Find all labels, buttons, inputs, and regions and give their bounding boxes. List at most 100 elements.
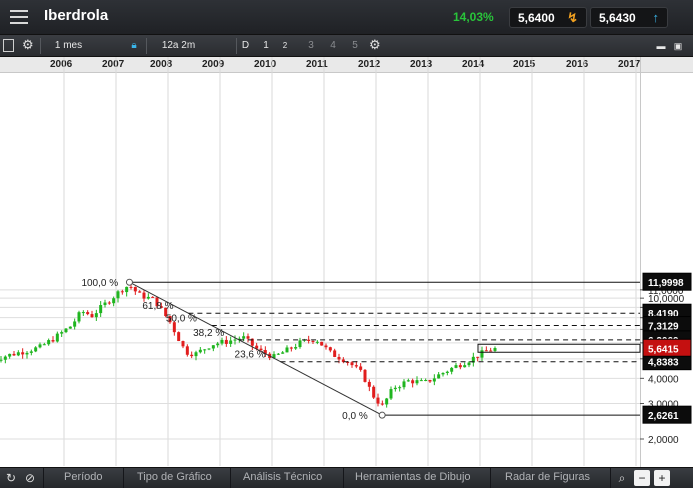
candle-body — [203, 349, 207, 351]
fib-level-label: 50,0 % — [166, 314, 197, 325]
candle-body — [467, 362, 471, 366]
candle-body — [233, 339, 237, 341]
candle-body — [29, 351, 33, 353]
candle-body — [424, 379, 428, 381]
candle-body — [380, 403, 384, 405]
candle-body — [60, 332, 64, 334]
candle-body — [454, 365, 458, 368]
candle-body — [142, 292, 146, 299]
tab-periodo[interactable]: Período — [64, 471, 103, 483]
candle-body — [402, 381, 406, 388]
tab-radar-figuras[interactable]: Radar de Figuras — [505, 471, 590, 483]
fib-level-label: 61,8 % — [142, 301, 173, 312]
y-tick-label: 2,0000 — [648, 435, 679, 446]
candle-body — [99, 305, 103, 314]
candle-body — [398, 387, 402, 389]
fib-anchor-high — [125, 278, 133, 286]
candle-body — [185, 346, 189, 355]
candle-body — [198, 349, 202, 353]
candle-body — [216, 343, 220, 346]
candle-body — [385, 398, 389, 405]
candle-body — [328, 347, 332, 351]
fib-tag-low: 2,6261 — [648, 411, 679, 422]
candle-body — [372, 386, 376, 398]
price-chart[interactable]: 2,00003,00004,00005,00006,00007,00008,00… — [0, 0, 693, 488]
candle-body — [116, 291, 120, 299]
candle-body — [376, 397, 380, 404]
candle-body — [81, 312, 85, 314]
candle-body — [3, 356, 7, 360]
candle-body — [406, 380, 410, 382]
candle-body — [289, 347, 293, 349]
candle-body — [125, 286, 129, 293]
candle-body — [333, 350, 337, 357]
candle-body — [94, 313, 98, 318]
candle-body — [25, 352, 29, 355]
tab-tipo-grafico[interactable]: Tipo de Gráfico — [137, 471, 212, 483]
candle-body — [363, 369, 367, 382]
cancel-icon[interactable]: ⊘ — [22, 470, 38, 486]
candle-body — [34, 347, 38, 352]
candle-body — [151, 296, 155, 298]
last-price-band — [477, 343, 641, 353]
zoom-in-icon[interactable]: + — [654, 470, 670, 486]
candle-body — [320, 341, 324, 346]
zoom-search-icon[interactable]: ⌕ — [614, 470, 630, 486]
candle-body — [177, 332, 181, 342]
candle-body — [55, 333, 59, 342]
candle-body — [0, 359, 3, 361]
candle-body — [211, 345, 215, 349]
candle-body — [16, 352, 20, 356]
candle-body — [112, 298, 116, 304]
candle-body — [484, 350, 488, 352]
fib-tag-high: 11,9998 — [648, 278, 684, 289]
refresh-icon[interactable]: ↻ — [3, 470, 19, 486]
candle-body — [138, 291, 142, 293]
candle-body — [129, 286, 133, 288]
last-price-tag: 5,6415 — [648, 344, 679, 355]
tab-herramientas-dibujo[interactable]: Herramientas de Dibujo — [355, 471, 471, 483]
candle-body — [8, 353, 12, 357]
candle-body — [350, 362, 354, 366]
candle-body — [224, 339, 228, 344]
candle-body — [133, 287, 137, 292]
candle-body — [480, 350, 484, 358]
candle-body — [294, 347, 298, 349]
candle-body — [21, 352, 25, 355]
candle-body — [281, 352, 285, 354]
candle-body — [38, 344, 42, 348]
fib-label-100: 100,0 % — [81, 278, 118, 289]
candle-body — [120, 291, 124, 293]
candle-body — [415, 380, 419, 384]
fib-level-label: 23,6 % — [235, 350, 266, 361]
candle-body — [437, 374, 441, 379]
candle-body — [315, 341, 319, 343]
candle-body — [432, 378, 436, 382]
candle-body — [354, 365, 358, 367]
fib-anchor-low — [378, 411, 386, 419]
candle-body — [68, 326, 72, 329]
fib-tag-level: 4,8383 — [648, 358, 679, 369]
candle-body — [246, 336, 250, 339]
candle-body — [324, 345, 328, 348]
candle-body — [337, 356, 341, 360]
candle-body — [359, 366, 363, 370]
candle-body — [103, 302, 107, 306]
candle-body — [146, 296, 150, 299]
candle-body — [190, 354, 194, 357]
candle-body — [458, 365, 462, 368]
candle-body — [393, 387, 397, 390]
zoom-out-icon[interactable]: − — [634, 470, 650, 486]
candle-body — [64, 328, 68, 333]
tab-analisis-tecnico[interactable]: Análisis Técnico — [243, 471, 322, 483]
candle-body — [229, 340, 233, 344]
candle-body — [298, 340, 302, 348]
candle-body — [285, 347, 289, 353]
candle-body — [90, 314, 94, 318]
candle-body — [181, 341, 185, 347]
candle-body — [428, 379, 432, 382]
candle-body — [367, 381, 371, 387]
candle-body — [489, 350, 493, 352]
fib-level-label: 38,2 % — [193, 328, 224, 339]
candle-body — [86, 312, 90, 315]
